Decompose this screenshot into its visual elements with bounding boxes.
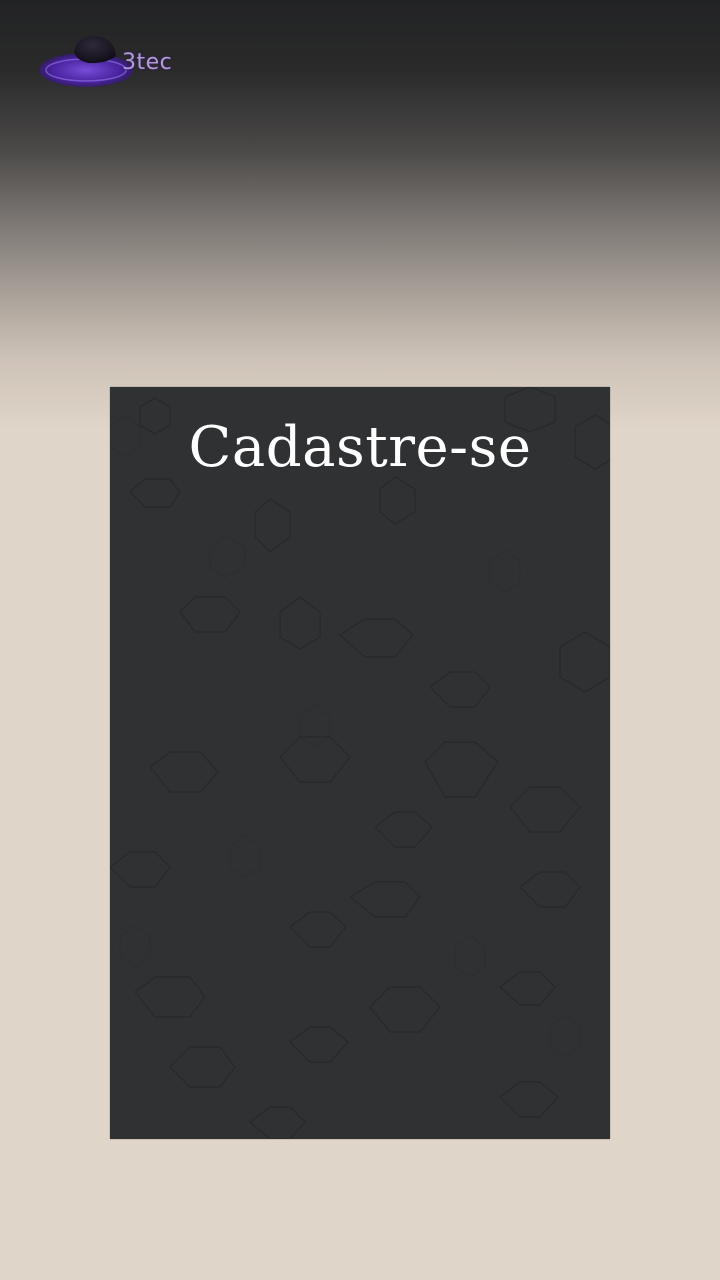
page-title: Cadastre-se — [188, 415, 532, 480]
logo-text: 3tec — [122, 50, 173, 75]
brand-logo: 3tec — [36, 30, 186, 96]
signup-panel: Cadastre-se — [110, 387, 610, 1139]
hexagon-pattern-background — [110, 387, 610, 1139]
